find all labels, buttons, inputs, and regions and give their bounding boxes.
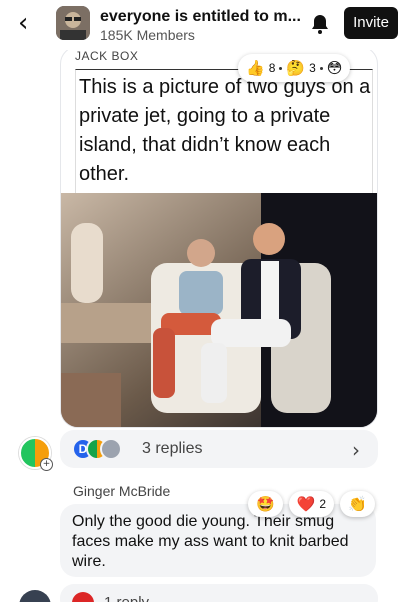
plus-badge-icon: + [40, 458, 53, 471]
heart-reaction[interactable]: ❤️ 2 [288, 491, 335, 517]
comment-reactions[interactable]: 🤩 ❤️ 2 👏 [248, 491, 375, 517]
post-author: Jack Box [75, 49, 139, 63]
group-name[interactable]: everyone is entitled to m... [100, 8, 301, 26]
invite-button[interactable]: Invite [344, 7, 398, 39]
chevron-right-icon: › [352, 438, 360, 462]
thinking-count: 3 [309, 61, 316, 75]
comment-author[interactable]: Ginger McBride [73, 483, 170, 499]
reply-avatar [100, 438, 122, 460]
group-member-count: 185K Members [100, 27, 195, 43]
separator-dot [319, 66, 323, 70]
group-avatar[interactable] [56, 6, 90, 40]
star-struck-icon: 🤩 [256, 495, 275, 513]
clap-icon: 👏 [348, 495, 367, 513]
heart-icon: ❤️ [296, 495, 316, 513]
next-replies-button[interactable]: 1 reply [60, 584, 378, 602]
reply-avatars: D [72, 438, 132, 460]
next-commenter-avatar[interactable] [19, 590, 51, 602]
next-replies-count: 1 reply [104, 594, 149, 602]
replies-count: 3 replies [142, 440, 203, 457]
back-chevron-icon[interactable]: ‹ [18, 10, 42, 36]
clap-reaction[interactable]: 👏 [340, 491, 375, 517]
heart-count: 2 [319, 497, 327, 511]
post-photo[interactable] [61, 193, 377, 427]
thumbs-up-count: 8 [268, 61, 276, 75]
comment-text: Only the good die young. Their smug face… [72, 513, 349, 570]
replies-thread-button[interactable]: D 3 replies › [60, 430, 378, 468]
star-struck-reaction[interactable]: 🤩 [248, 491, 283, 517]
meme-caption-text: This is a picture of two guys on a priva… [79, 76, 371, 185]
group-header: ‹ everyone is entitled to m... 185K Memb… [0, 0, 414, 50]
reply-avatar [72, 592, 94, 602]
thumbs-up-reaction-icon[interactable]: 👍 [246, 59, 265, 77]
thinking-reaction-icon[interactable]: 🤔 [286, 59, 305, 77]
bell-icon[interactable] [308, 12, 332, 36]
post-reactions[interactable]: 👍 8 🤔 3 😳 [238, 54, 351, 82]
separator-dot [279, 66, 283, 70]
flushed-reaction-icon[interactable]: 😳 [327, 59, 343, 77]
shared-post-card[interactable]: Jack Box This is a picture of two guys o… [60, 46, 378, 428]
